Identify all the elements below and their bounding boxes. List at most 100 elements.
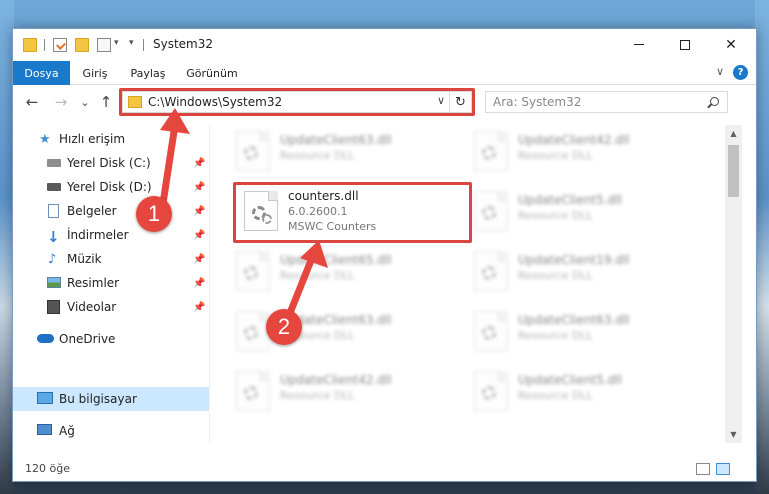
quick-access-separator [44,39,45,51]
sidebar-item-this-pc[interactable]: Bu bilgisayar [13,387,209,411]
title-bar: ▾ ▾ System32 ✕ [13,29,756,61]
dll-file-icon [474,371,508,411]
file-tile[interactable]: UpdateClient65.dll Resource DLL [230,245,450,297]
gear-icon [482,206,496,220]
address-highlight-box [119,88,475,116]
gear-icon [244,386,258,400]
vertical-scrollbar[interactable]: ▲ ▼ [725,125,742,443]
pin-icon[interactable]: 📌 [193,230,205,241]
dll-file-icon [236,131,270,171]
pin-icon[interactable]: 📌 [193,182,205,193]
gear-icon [482,386,496,400]
dll-file-icon [474,191,508,231]
network-icon [37,424,52,435]
tab-file[interactable]: Dosya [13,61,70,85]
back-button[interactable]: ← [23,93,41,111]
pin-icon[interactable]: 📌 [193,278,205,289]
dll-file-icon [474,131,508,171]
pin-icon[interactable]: 📌 [193,254,205,265]
maximize-button[interactable] [662,29,708,60]
sidebar-item-music[interactable]: ♪ Müzik 📌 [13,247,209,271]
sidebar-item-local-disk-d[interactable]: Yerel Disk (D:) 📌 [13,175,209,199]
explorer-window: ▾ ▾ System32 ✕ Dosya Giriş Paylaş Görünü… [12,28,757,482]
window-title: System32 [153,37,214,51]
search-icon [710,97,719,106]
gear-icon [244,266,258,280]
status-bar: 120 öğe [13,457,756,481]
customize-toolbar-icon[interactable]: ▾ [129,38,134,48]
file-tile[interactable]: UpdateClient42.dll Resource DLL [468,125,688,177]
pin-icon[interactable]: 📌 [193,158,205,169]
dll-file-icon [236,311,270,351]
minimize-button[interactable] [616,29,662,60]
file-highlight-box [233,182,472,243]
tab-share[interactable]: Paylaş [123,61,173,85]
file-tile[interactable]: UpdateClient19.dll Resource DLL [468,245,688,297]
dll-file-icon [474,251,508,291]
drive-icon [47,159,61,167]
file-tile[interactable]: UpdateClient5.dll Resource DLL [468,365,688,417]
up-button[interactable]: ↑ [97,93,115,111]
sidebar-item-onedrive[interactable]: OneDrive [13,327,209,351]
customize-view-icon[interactable] [97,38,111,52]
sidebar-item-quick-access[interactable]: ★ Hızlı erişim [13,127,209,151]
cloud-icon [37,334,54,343]
sidebar-item-documents[interactable]: Belgeler 📌 [13,199,209,223]
gear-icon [482,146,496,160]
tab-home[interactable]: Giriş [75,61,115,85]
quick-access-dropdown-icon[interactable]: ▾ [114,38,119,48]
step-badge-2: 2 [266,309,302,345]
item-count: 120 öğe [25,462,70,475]
scroll-thumb[interactable] [728,145,739,197]
computer-icon [37,392,53,404]
search-input[interactable]: Ara: System32 [493,95,581,109]
star-icon: ★ [39,132,51,147]
gear-icon [244,146,258,160]
tab-view[interactable]: Görünüm [181,61,243,85]
minimize-icon [634,44,644,45]
video-icon [47,300,60,314]
forward-button[interactable]: → [52,93,70,111]
download-icon: ↓ [47,228,60,246]
pin-icon[interactable]: 📌 [193,206,205,217]
sidebar-item-pictures[interactable]: Resimler 📌 [13,271,209,295]
document-icon [48,204,59,218]
drive-icon [47,183,61,191]
step-badge-1: 1 [136,196,172,232]
file-list: UpdateClient63.dll Resource DLL UpdateCl… [210,125,725,443]
dll-file-icon [236,371,270,411]
title-separator [143,39,144,51]
expand-ribbon-icon[interactable]: ∨ [716,65,724,78]
maximize-icon [680,39,690,50]
pictures-icon [47,277,61,288]
search-box[interactable]: Ara: System32 [485,91,728,113]
file-tile[interactable]: UpdateClient63.dll Resource DLL [230,125,450,177]
recent-locations-button[interactable]: ⌄ [76,93,94,111]
desktop-background-right [755,0,769,494]
sidebar-item-videos[interactable]: Videolar 📌 [13,295,209,319]
large-icons-view-icon[interactable] [716,463,730,475]
dll-file-icon [474,311,508,351]
navigation-pane: ★ Hızlı erişim Yerel Disk (C:) 📌 Yerel D… [13,125,209,443]
help-icon[interactable]: ? [733,65,748,80]
sidebar-item-downloads[interactable]: ↓ İndirmeler 📌 [13,223,209,247]
music-icon: ♪ [48,252,57,267]
close-icon: ✕ [725,36,737,53]
ribbon: Dosya Giriş Paylaş Görünüm ∨ ? [13,61,756,85]
file-tile[interactable]: UpdateClient63.dll Resource DLL [230,305,450,357]
sidebar-item-local-disk-c[interactable]: Yerel Disk (C:) 📌 [13,151,209,175]
gear-icon [482,266,496,280]
new-folder-icon[interactable] [75,38,89,52]
folder-icon [23,38,37,52]
scroll-down-icon[interactable]: ▼ [725,426,742,443]
gear-icon [482,326,496,340]
details-view-icon[interactable] [696,463,710,475]
pin-icon[interactable]: 📌 [193,302,205,313]
file-tile[interactable]: UpdateClient42.dll Resource DLL [230,365,450,417]
sidebar-item-network[interactable]: Ağ [13,419,209,443]
file-tile[interactable]: UpdateClient63.dll Resource DLL [468,305,688,357]
properties-icon[interactable] [53,38,67,52]
file-tile[interactable]: UpdateClient5.dll Resource DLL [468,185,688,237]
close-button[interactable]: ✕ [708,29,754,60]
scroll-up-icon[interactable]: ▲ [725,125,742,142]
